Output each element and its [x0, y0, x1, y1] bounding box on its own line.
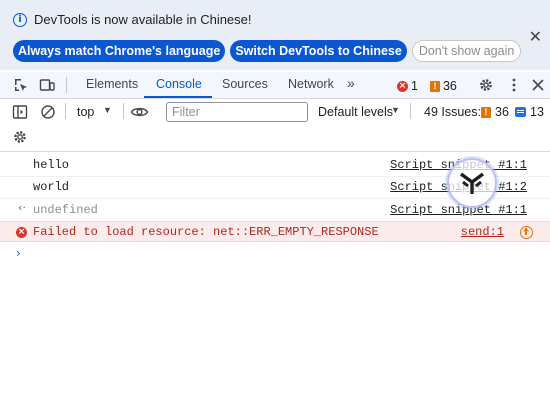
- chevron-down-icon[interactable]: ▼: [391, 105, 400, 115]
- console-prompt[interactable]: ›: [16, 246, 21, 260]
- console-toolbar: top ▼ Default levels ▼ 49 Issues:: [0, 99, 550, 152]
- error-icon: ×: [16, 227, 27, 238]
- message-text: undefined: [33, 203, 98, 217]
- more-options-icon[interactable]: [506, 77, 522, 93]
- switch-to-chinese-button[interactable]: Switch DevTools to Chinese: [230, 40, 407, 62]
- language-infobar: i DevTools is now available in Chinese! …: [0, 0, 550, 70]
- assistant-logo-icon: [460, 172, 484, 194]
- error-counter[interactable]: × 1 ! 36: [397, 79, 457, 93]
- issues-label[interactable]: 49 Issues:: [424, 105, 481, 119]
- always-match-language-button[interactable]: Always match Chrome's language: [13, 40, 226, 62]
- issues-info-counter[interactable]: 13: [515, 105, 544, 119]
- error-icon: ×: [397, 80, 408, 92]
- live-expression-eye-icon[interactable]: [130, 104, 149, 120]
- network-request-icon[interactable]: [520, 226, 533, 239]
- settings-gear-icon[interactable]: [478, 77, 494, 93]
- issues-info-count: 13: [530, 105, 544, 119]
- infobar-message: i DevTools is now available in Chinese!: [13, 12, 252, 27]
- devtools-tab-bar: Elements Console Sources Network »: [0, 72, 550, 99]
- console-settings-gear-icon[interactable]: [12, 129, 28, 145]
- toolbar-divider: [410, 103, 411, 119]
- warning-icon: !: [481, 106, 491, 118]
- issues-warning-count: 36: [495, 105, 509, 119]
- close-icon[interactable]: ✕: [529, 27, 542, 46]
- error-count: 1: [411, 79, 418, 93]
- sidebar-toggle-icon[interactable]: [12, 104, 28, 120]
- chevron-down-icon[interactable]: ▼: [103, 105, 112, 115]
- tab-sources[interactable]: Sources: [222, 77, 268, 91]
- toolbar-divider: [66, 77, 67, 93]
- context-selector[interactable]: top: [77, 105, 94, 119]
- toolbar-divider: [123, 103, 124, 119]
- floating-assistant-badge[interactable]: [447, 158, 497, 208]
- toolbar-divider: [65, 103, 66, 119]
- console-error-message: × Failed to load resource: net::ERR_EMPT…: [0, 221, 550, 242]
- tab-network[interactable]: Network: [288, 77, 334, 91]
- issues-warning-counter[interactable]: ! 36: [481, 105, 509, 119]
- infobar-text: DevTools is now available in Chinese!: [34, 12, 252, 27]
- close-devtools-icon[interactable]: [530, 77, 546, 93]
- filter-input[interactable]: [166, 102, 308, 122]
- dont-show-again-button[interactable]: Don't show again: [411, 40, 522, 62]
- return-arrow-icon: ‹·: [18, 201, 26, 214]
- more-tabs-icon[interactable]: »: [347, 75, 355, 91]
- inspect-element-icon[interactable]: [13, 77, 29, 93]
- tab-console[interactable]: Console: [156, 77, 202, 91]
- message-source-link[interactable]: send:1: [461, 225, 504, 239]
- info-message-icon: [515, 107, 526, 117]
- tab-elements[interactable]: Elements: [86, 77, 138, 91]
- clear-console-icon[interactable]: [40, 104, 56, 120]
- warning-icon: !: [429, 80, 440, 92]
- message-text: hello: [33, 158, 70, 172]
- device-toolbar-icon[interactable]: [39, 77, 55, 93]
- message-text: world: [33, 180, 70, 194]
- log-levels-dropdown[interactable]: Default levels: [318, 105, 393, 119]
- message-text: Failed to load resource: net::ERR_EMPTY_…: [33, 225, 379, 239]
- active-tab-indicator: [144, 96, 212, 98]
- info-icon: i: [13, 12, 27, 27]
- warning-count: 36: [442, 79, 457, 93]
